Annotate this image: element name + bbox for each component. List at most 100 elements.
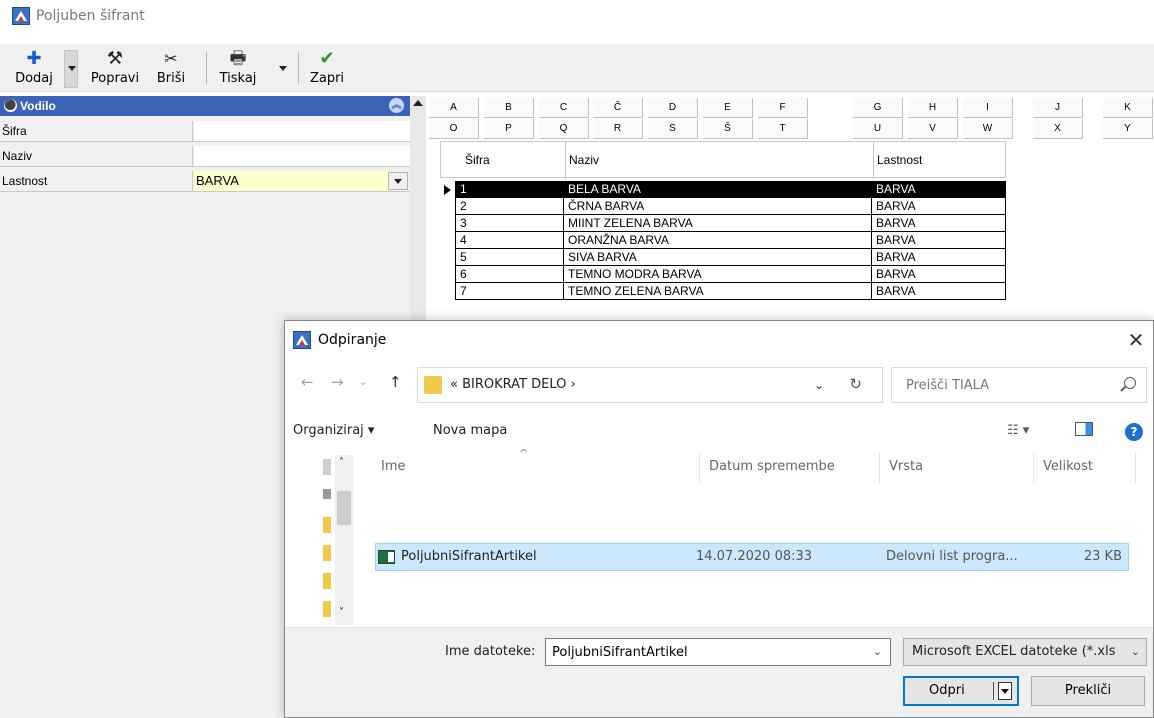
letter-tab[interactable]: W: [963, 119, 1013, 139]
letter-tab[interactable]: C: [539, 98, 589, 118]
address-path[interactable]: « BIROKRAT DELO ›: [450, 377, 576, 392]
letter-tab[interactable]: U: [853, 119, 903, 139]
folder-icon[interactable]: [323, 601, 331, 617]
letter-tab[interactable]: Y: [1103, 119, 1153, 139]
file-list-item[interactable]: PoljubniSifrantArtikel 14.07.2020 08:33 …: [375, 543, 1129, 571]
chevron-down-icon[interactable]: ⌄: [814, 378, 824, 392]
letter-tab[interactable]: P: [484, 119, 534, 139]
cancel-button[interactable]: Prekliči: [1031, 676, 1145, 706]
letter-tab[interactable]: K: [1103, 98, 1153, 118]
folder-icon[interactable]: [323, 573, 331, 589]
forward-icon[interactable]: →: [331, 373, 344, 391]
letter-tab[interactable]: J: [1033, 98, 1083, 118]
column-header-type[interactable]: Vrsta: [889, 459, 923, 474]
edit-button[interactable]: ⚒ Popravi: [88, 48, 142, 88]
letter-tab[interactable]: E: [703, 98, 753, 118]
cell-sifra: 2: [456, 198, 564, 215]
cell-sifra: 4: [456, 232, 564, 249]
table-row[interactable]: 1 BELA BARVA BARVA: [440, 181, 1006, 198]
letter-tab[interactable]: D: [648, 98, 698, 118]
letter-tab[interactable]: A: [429, 98, 479, 118]
letter-tab[interactable]: B: [484, 98, 534, 118]
column-header-date[interactable]: Datum spremembe: [709, 459, 835, 474]
organize-button[interactable]: Organiziraj ▾: [293, 423, 374, 438]
letter-tab[interactable]: Č: [593, 98, 643, 118]
scroll-up-icon[interactable]: [413, 100, 423, 106]
naziv-field[interactable]: [194, 146, 410, 166]
filename-combobox: ⌄: [545, 638, 891, 666]
sifra-field[interactable]: [194, 121, 410, 141]
letter-tab[interactable]: O: [429, 119, 479, 139]
table-row[interactable]: 7 TEMNO ZELENA BARVA BARVA: [440, 283, 1006, 300]
recent-locations-icon[interactable]: ⌄: [359, 377, 367, 388]
letter-tab[interactable]: X: [1033, 119, 1083, 139]
delete-button[interactable]: ✂ Briši: [150, 48, 192, 88]
refresh-icon[interactable]: ↻: [849, 375, 862, 393]
close-icon[interactable]: ✕: [1123, 327, 1149, 353]
open-button[interactable]: Odpri: [903, 676, 1019, 706]
open-dropdown-button[interactable]: [998, 682, 1012, 700]
letter-tab[interactable]: V: [908, 119, 958, 139]
scrollbar-thumb[interactable]: [337, 491, 351, 525]
row-indicator: [440, 181, 456, 198]
dialog-footer: Ime datoteke: ⌄ Microsoft EXCEL datoteke…: [285, 627, 1153, 717]
collapse-icon[interactable]: ︽: [389, 98, 404, 113]
grid-header: Šifra Naziv Lastnost: [440, 141, 1006, 179]
add-button[interactable]: ✚ Dodaj: [14, 48, 54, 88]
column-header-name[interactable]: Ime: [381, 459, 406, 474]
panel-header-icon: ⚫: [4, 99, 17, 112]
printer-icon: 🖶: [229, 48, 247, 69]
table-row[interactable]: 3 MIINT ZELENA BARVA BARVA: [440, 215, 1006, 232]
search-input[interactable]: [892, 368, 1112, 402]
folder-icon[interactable]: [323, 517, 331, 533]
nav-item-icon[interactable]: [323, 459, 331, 475]
navigation-scrollbar[interactable]: ˄ ˅: [335, 455, 353, 625]
dialog-title: Odpiranje: [318, 332, 387, 348]
lastnost-dropdown-button[interactable]: [388, 172, 408, 190]
print-dropdown-button[interactable]: [275, 50, 289, 88]
cell-naziv: TEMNO ZELENA BARVA: [564, 283, 872, 300]
address-bar[interactable]: « BIROKRAT DELO › ⌄ ↻: [417, 367, 883, 403]
letter-tab[interactable]: F: [758, 98, 808, 118]
table-row[interactable]: 4 ORANŽNA BARVA BARVA: [440, 232, 1006, 249]
view-options-icon[interactable]: ☷ ▾: [1007, 423, 1029, 438]
letter-tab[interactable]: T: [758, 119, 808, 139]
letter-tab[interactable]: Š: [703, 119, 753, 139]
letter-tab[interactable]: I: [963, 98, 1013, 118]
scroll-up-icon[interactable]: ˄: [339, 457, 344, 468]
table-row[interactable]: 5 SIVA BARVA BARVA: [440, 249, 1006, 266]
new-folder-button[interactable]: Nova mapa: [433, 423, 507, 438]
cell-sifra: 6: [456, 266, 564, 283]
folder-icon[interactable]: [323, 545, 331, 561]
app-title-bar: Poljuben šifrant: [0, 0, 1154, 40]
preview-pane-icon[interactable]: [1075, 422, 1093, 436]
filetype-value: Microsoft EXCEL datoteke (*.xls: [912, 644, 1116, 659]
field-row-sifra: Šifra: [0, 121, 410, 142]
letter-tab[interactable]: Q: [539, 119, 589, 139]
scroll-down-icon[interactable]: ˅: [339, 607, 344, 618]
back-icon[interactable]: ←: [301, 373, 314, 391]
column-header-sifra[interactable]: Šifra: [465, 153, 490, 167]
filetype-select[interactable]: Microsoft EXCEL datoteke (*.xls ⌄: [903, 638, 1147, 666]
nav-item-icon[interactable]: [323, 489, 331, 499]
toolbar-separator: [298, 52, 299, 84]
add-dropdown-button[interactable]: [64, 50, 78, 88]
cell-sifra: 1: [456, 181, 564, 198]
table-row[interactable]: 6 TEMNO MODRA BARVA BARVA: [440, 266, 1006, 283]
column-header-naziv[interactable]: Naziv: [569, 153, 599, 167]
column-header-size[interactable]: Velikost: [1043, 459, 1093, 474]
search-icon[interactable]: [1124, 377, 1136, 389]
letter-tab[interactable]: S: [648, 119, 698, 139]
letter-tab[interactable]: G: [853, 98, 903, 118]
letter-tab[interactable]: H: [908, 98, 958, 118]
up-icon[interactable]: ↑: [389, 373, 402, 391]
help-icon[interactable]: ?: [1125, 423, 1143, 441]
filename-input[interactable]: [546, 639, 862, 665]
chevron-down-icon[interactable]: ⌄: [873, 645, 882, 658]
print-button[interactable]: 🖶 Tiskaj: [216, 48, 260, 88]
column-header-lastnost[interactable]: Lastnost: [877, 153, 922, 167]
letter-tab[interactable]: R: [593, 119, 643, 139]
table-row[interactable]: 2 ČRNA BARVA BARVA: [440, 198, 1006, 215]
lastnost-select[interactable]: BARVA: [194, 171, 388, 191]
close-button[interactable]: ✔ Zapri: [306, 48, 348, 88]
